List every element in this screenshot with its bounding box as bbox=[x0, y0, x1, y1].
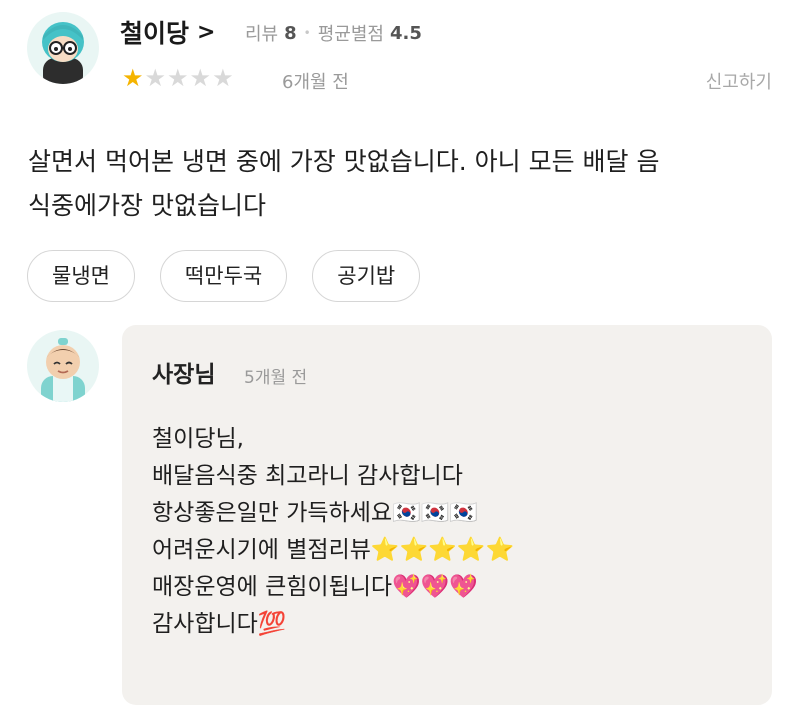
reviewer-name: 철이당 bbox=[120, 19, 190, 48]
average-rating: 4.5 bbox=[389, 22, 422, 44]
review-count-label: 리뷰 bbox=[245, 24, 279, 45]
review-text: 살면서 먹어본 냉면 중에 가장 맛없습니다. 아니 모든 배달 음 식중에가장… bbox=[28, 147, 660, 220]
reviewer-avatar-illustration bbox=[42, 22, 84, 84]
star-filled-icon: ★ bbox=[122, 64, 144, 92]
owner-avatar bbox=[27, 330, 99, 402]
menu-tags: 물냉면 떡만두국 공기밥 bbox=[27, 250, 421, 302]
reply-time: 5개월 전 bbox=[244, 368, 308, 388]
report-button[interactable]: 신고하기 bbox=[706, 68, 772, 94]
owner-reply: 사장님 5개월 전 철이당님, 배달음식중 최고라니 감사합니다 항상좋은일만 … bbox=[122, 325, 772, 705]
menu-tag[interactable]: 떡만두국 bbox=[159, 250, 288, 302]
stats-separator: • bbox=[303, 26, 311, 40]
star-empty-icon: ★ bbox=[189, 64, 212, 92]
star-empty-icon: ★ bbox=[144, 64, 167, 92]
star-rating: ★ ★ ★ ★ ★ bbox=[122, 66, 234, 90]
average-rating-label: 평균별점 bbox=[317, 24, 384, 45]
reviewer-name-link[interactable]: 철이당 > bbox=[120, 14, 215, 50]
star-empty-icon: ★ bbox=[212, 64, 234, 92]
reviewer-avatar[interactable] bbox=[27, 12, 99, 84]
owner-avatar-illustration bbox=[41, 338, 85, 402]
review-time: 6개월 전 bbox=[282, 72, 349, 93]
star-empty-icon: ★ bbox=[167, 64, 189, 92]
menu-tag[interactable]: 공기밥 bbox=[312, 250, 421, 302]
reviewer-stats: 리뷰 8 • 평균별점 4.5 bbox=[245, 20, 422, 46]
reply-text: 철이당님, 배달음식중 최고라니 감사합니다 항상좋은일만 가득하세요🇰🇷🇰🇷🇰… bbox=[152, 426, 515, 637]
menu-tag[interactable]: 물냉면 bbox=[27, 250, 135, 302]
chevron-right-icon: > bbox=[197, 19, 216, 45]
review-count: 8 bbox=[284, 22, 297, 44]
owner-name: 사장님 bbox=[152, 362, 216, 388]
